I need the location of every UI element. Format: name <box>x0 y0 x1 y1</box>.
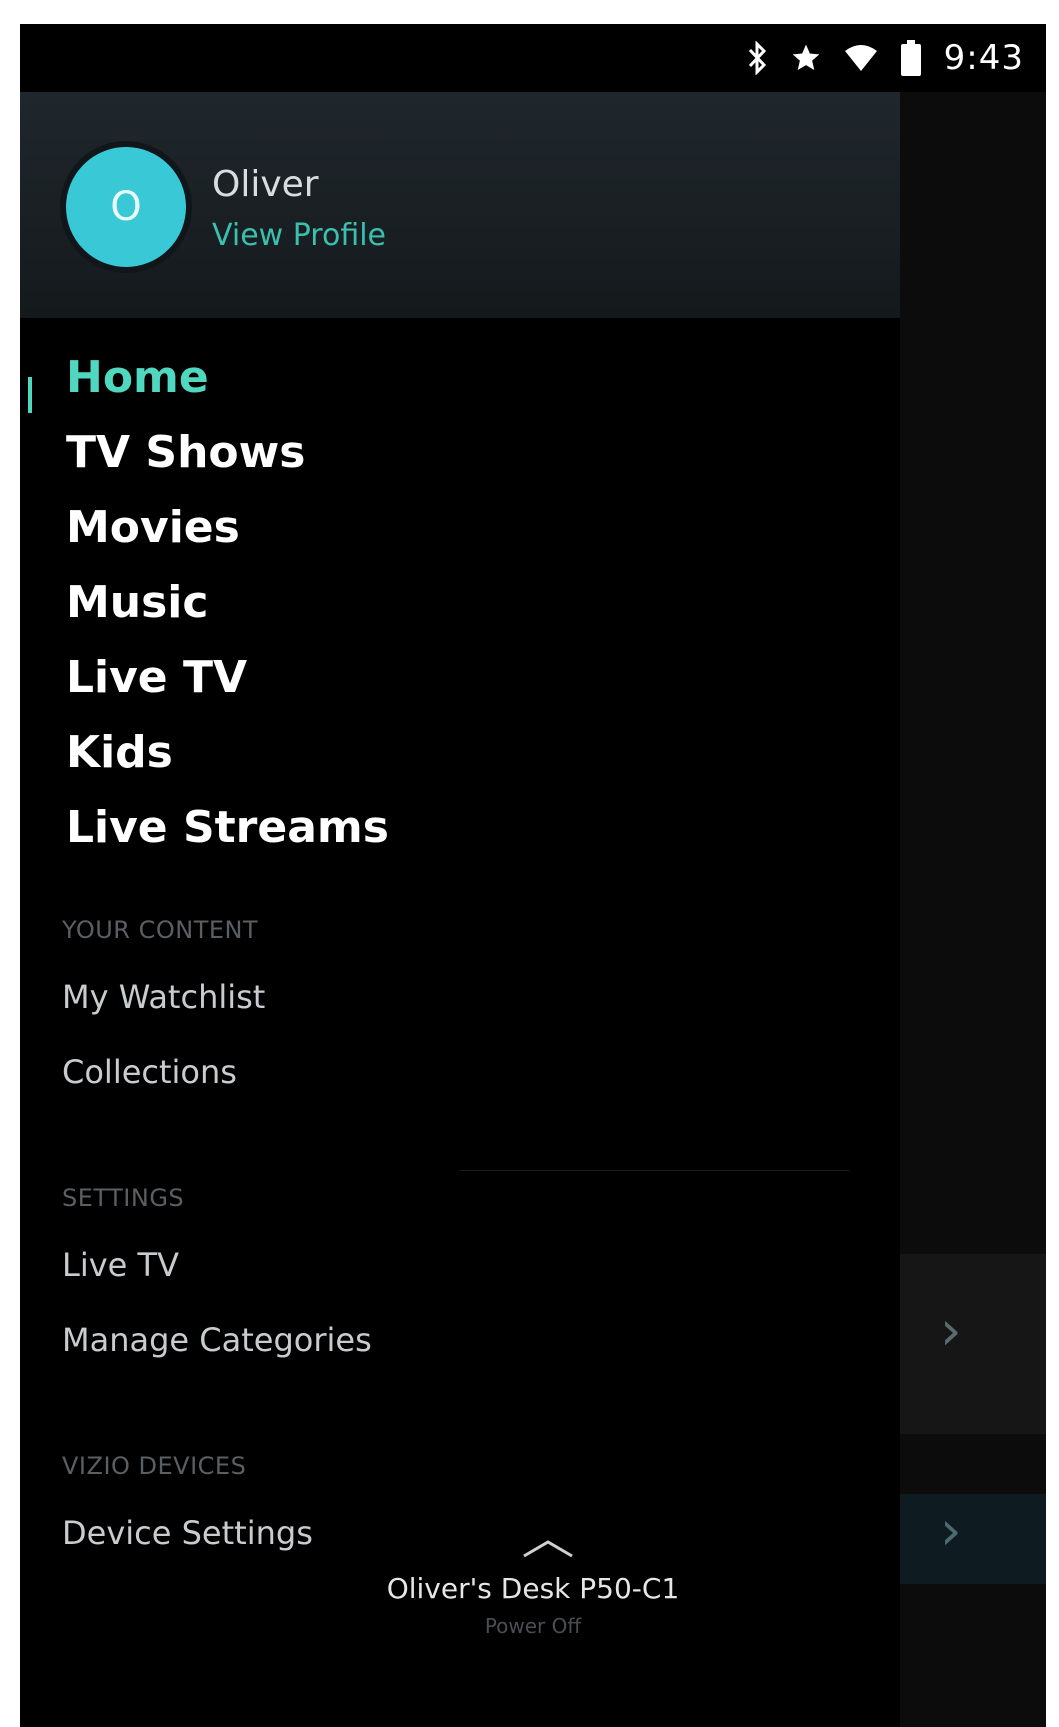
chevron-up-icon[interactable] <box>520 1536 576 1564</box>
chevron-right-icon[interactable]: › <box>940 1499 962 1562</box>
wifi-icon <box>844 43 878 73</box>
view-profile-link[interactable]: View Profile <box>212 218 386 253</box>
device-status: Power Off <box>484 1614 582 1638</box>
phone-screen: 9:43 › › O Oliver View Profile Home TV S… <box>20 24 1046 1727</box>
menu-item-device-settings[interactable]: Device Settings <box>62 1514 313 1552</box>
nav-item-live-streams[interactable]: Live Streams <box>66 802 389 853</box>
profile-header[interactable]: O Oliver View Profile <box>20 92 900 318</box>
active-indicator <box>28 377 32 413</box>
nav-item-movies[interactable]: Movies <box>66 502 240 553</box>
background-content <box>900 92 1046 1727</box>
menu-item-manage-categories[interactable]: Manage Categories <box>62 1321 372 1359</box>
nav-item-tv-shows[interactable]: TV Shows <box>66 427 305 478</box>
section-header-settings: SETTINGS <box>62 1184 185 1212</box>
divider <box>460 1170 850 1171</box>
background-row-2 <box>900 1494 1046 1584</box>
status-time: 9:43 <box>943 38 1024 78</box>
nav-item-home[interactable]: Home <box>66 352 209 403</box>
nav-item-music[interactable]: Music <box>66 577 208 628</box>
menu-item-my-watchlist[interactable]: My Watchlist <box>62 978 265 1016</box>
avatar-initial: O <box>110 184 142 230</box>
nav-item-live-tv[interactable]: Live TV <box>66 652 247 703</box>
profile-name: Oliver <box>212 164 319 205</box>
section-header-vizio-devices: VIZIO DEVICES <box>62 1452 247 1480</box>
star-icon <box>790 42 822 74</box>
status-bar: 9:43 <box>20 24 1046 92</box>
menu-item-collections[interactable]: Collections <box>62 1053 237 1091</box>
chevron-right-icon[interactable]: › <box>940 1299 962 1362</box>
battery-icon <box>900 40 922 76</box>
device-name[interactable]: Oliver's Desk P50-C1 <box>20 1572 1046 1605</box>
bluetooth-icon <box>746 41 768 75</box>
background-row <box>900 1254 1046 1434</box>
menu-item-live-tv-settings[interactable]: Live TV <box>62 1246 179 1284</box>
avatar[interactable]: O <box>60 141 192 273</box>
navigation-drawer: O Oliver View Profile Home TV Shows Movi… <box>20 92 900 1727</box>
section-header-your-content: YOUR CONTENT <box>62 916 259 944</box>
nav-item-kids[interactable]: Kids <box>66 727 173 778</box>
